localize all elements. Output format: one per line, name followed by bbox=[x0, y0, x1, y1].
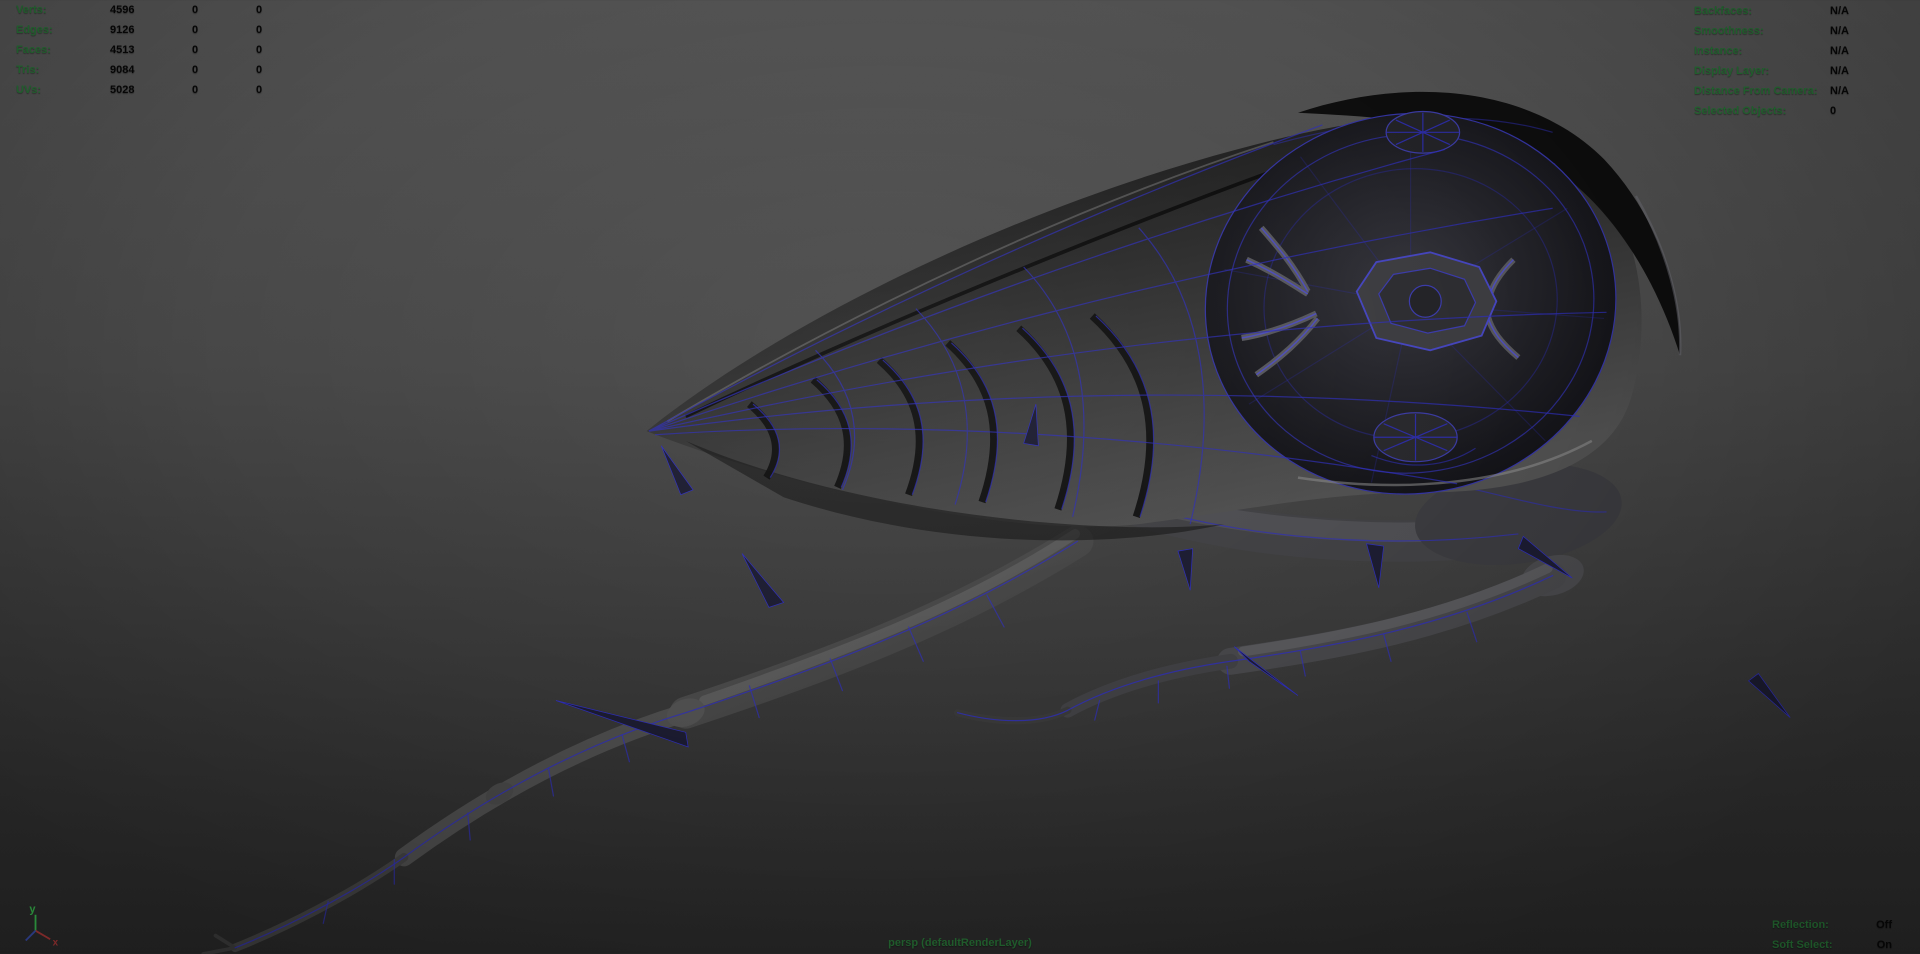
poly-count-row: Edges: 9126 0 0 bbox=[0, 20, 320, 40]
model-tentacle-long bbox=[201, 525, 1094, 954]
hud-label: Backfaces: bbox=[1694, 5, 1753, 17]
hud-label: Tris: bbox=[16, 64, 40, 76]
axis-y-label: y bbox=[29, 903, 36, 915]
hud-label: Distance From Camera: bbox=[1694, 85, 1818, 97]
hud-value: N/A bbox=[1830, 25, 1849, 37]
object-info-row: Distance From Camera: N/A bbox=[1694, 81, 1914, 101]
hud-value: 0 bbox=[256, 4, 263, 16]
hud-value: 0 bbox=[192, 4, 199, 16]
hud-value: 4513 bbox=[110, 44, 135, 56]
poly-count-row: UVs: 5028 0 0 bbox=[0, 80, 320, 100]
hud-label: Reflection: bbox=[1772, 919, 1829, 931]
hud-value: 5028 bbox=[110, 84, 135, 96]
hud-value: 0 bbox=[192, 44, 199, 56]
hud-label: UVs: bbox=[16, 84, 42, 96]
hud-value: 0 bbox=[192, 84, 199, 96]
hud-value: 0 bbox=[256, 24, 263, 36]
hud-value: 9084 bbox=[110, 64, 135, 76]
object-info-row: Instance: N/A bbox=[1694, 41, 1914, 61]
perspective-viewport[interactable]: y x Verts: 4596 0 0 Edges: 9126 0 0 Face… bbox=[0, 0, 1920, 954]
poly-count-hud: Verts: 4596 0 0 Edges: 9126 0 0 Faces: 4… bbox=[0, 0, 320, 100]
hud-label: Edges: bbox=[16, 24, 53, 36]
hud-value: 0 bbox=[1830, 105, 1837, 117]
toggle-row: Reflection: Off bbox=[1772, 915, 1892, 935]
hud-label: Instance: bbox=[1694, 45, 1743, 57]
poly-count-row: Verts: 4596 0 0 bbox=[0, 0, 320, 20]
object-info-row: Selected Objects: 0 bbox=[1694, 101, 1914, 121]
hud-label: Smoothness: bbox=[1694, 25, 1764, 37]
hud-value: N/A bbox=[1830, 45, 1849, 57]
object-info-row: Backfaces: N/A bbox=[1694, 1, 1914, 21]
hud-label: Selected Objects: bbox=[1694, 105, 1787, 117]
object-info-row: Display Layer: N/A bbox=[1694, 61, 1914, 81]
hud-value: 9126 bbox=[110, 24, 135, 36]
hud-value: 0 bbox=[192, 64, 199, 76]
object-details-hud: Backfaces: N/A Smoothness: N/A Instance:… bbox=[1694, 1, 1914, 121]
hud-value: 0 bbox=[256, 64, 263, 76]
hud-value: 0 bbox=[192, 24, 199, 36]
camera-label-text: persp (defaultRenderLayer) bbox=[888, 937, 1032, 949]
hud-value: 0 bbox=[256, 44, 263, 56]
hud-value: N/A bbox=[1830, 65, 1849, 77]
hud-value: 0 bbox=[256, 84, 263, 96]
camera-label: persp (defaultRenderLayer) bbox=[0, 933, 1920, 953]
object-info-row: Smoothness: N/A bbox=[1694, 21, 1914, 41]
hud-value: N/A bbox=[1830, 5, 1849, 17]
hud-label: Display Layer: bbox=[1694, 65, 1770, 77]
hud-label: Verts: bbox=[16, 4, 47, 16]
hud-label: Faces: bbox=[16, 44, 51, 56]
model-3d[interactable]: y x bbox=[0, 0, 1920, 954]
poly-count-row: Faces: 4513 0 0 bbox=[0, 40, 320, 60]
hud-value: 4596 bbox=[110, 4, 135, 16]
poly-count-row: Tris: 9084 0 0 bbox=[0, 60, 320, 80]
hud-value: N/A bbox=[1830, 85, 1849, 97]
hud-value: Off bbox=[1876, 919, 1892, 931]
